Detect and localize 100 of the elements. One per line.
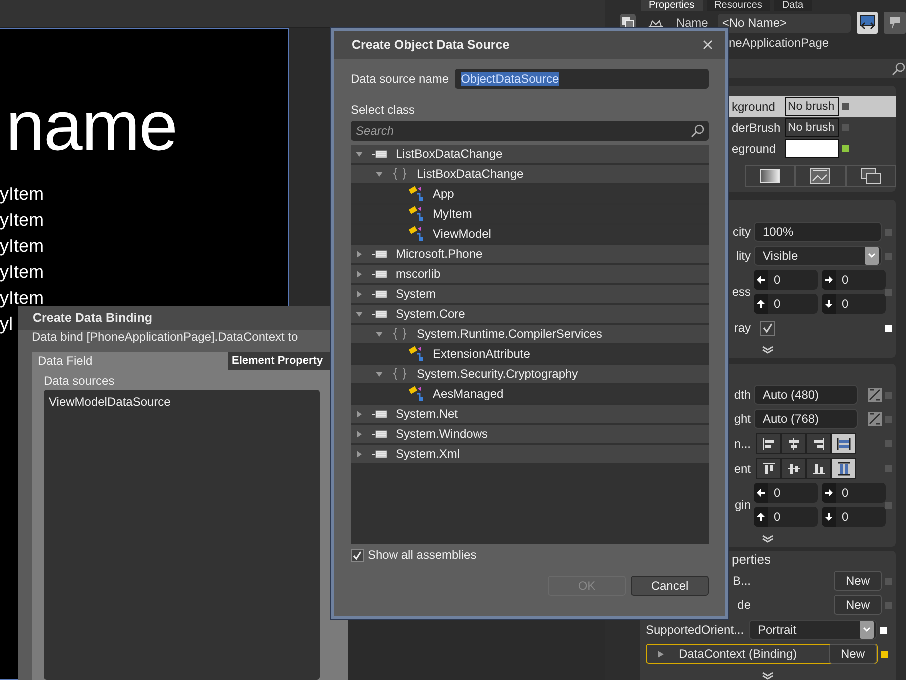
- new-button[interactable]: New: [829, 644, 877, 664]
- panel-tab[interactable]: Data: [774, 0, 812, 11]
- property-marker[interactable]: [842, 124, 849, 131]
- expand-arrow-icon[interactable]: [355, 430, 364, 438]
- dropdown-caret-icon[interactable]: [860, 621, 874, 639]
- binding-row[interactable]: DataContext (Binding) New: [646, 644, 878, 664]
- property-marker[interactable]: [885, 288, 892, 296]
- property-marker[interactable]: [885, 440, 892, 447]
- text-field[interactable]: Auto (480): [754, 385, 858, 405]
- collapse-arrow-icon[interactable]: [375, 170, 384, 178]
- name-field[interactable]: <No Name>: [718, 14, 851, 32]
- dropdown[interactable]: Visible: [754, 246, 882, 266]
- property-marker[interactable]: [842, 103, 849, 110]
- name-field[interactable]: ObjectDataSource: [455, 69, 709, 89]
- number-field[interactable]: 0: [822, 483, 886, 503]
- search-icon[interactable]: [691, 124, 705, 138]
- property-marker[interactable]: [885, 228, 892, 236]
- image-brush-icon: [810, 168, 830, 184]
- tree-item[interactable]: System.Core: [351, 305, 709, 323]
- alignment-button[interactable]: [781, 433, 806, 454]
- dropdown-caret-icon[interactable]: [865, 247, 879, 265]
- collapse-arrow-icon[interactable]: [375, 330, 384, 338]
- number-field[interactable]: 0: [754, 294, 818, 314]
- property-marker[interactable]: [885, 578, 892, 584]
- brush-type-button[interactable]: [846, 165, 896, 187]
- number-field[interactable]: 0: [822, 270, 886, 290]
- alignment-button[interactable]: [806, 433, 831, 454]
- new-button[interactable]: New: [834, 571, 882, 591]
- property-marker[interactable]: [881, 650, 888, 658]
- tab[interactable]: Data Field: [32, 352, 228, 370]
- property-marker[interactable]: [885, 392, 892, 398]
- brush-value[interactable]: No brush: [785, 97, 839, 116]
- search-icon[interactable]: [892, 62, 906, 76]
- alignment-button[interactable]: [756, 433, 781, 454]
- expand-chevron-icon[interactable]: [762, 672, 774, 680]
- alignment-button[interactable]: [781, 458, 806, 479]
- text-field[interactable]: Auto (768): [754, 409, 858, 429]
- tree-item[interactable]: Microsoft.Phone: [351, 245, 709, 263]
- tree-item[interactable]: System.Windows: [351, 425, 709, 443]
- class-icon: [409, 186, 424, 202]
- tree-item[interactable]: System: [351, 285, 709, 303]
- text-field[interactable]: 100%: [754, 222, 882, 242]
- tree-item[interactable]: System.Xml: [351, 445, 709, 463]
- list-item-text: yItem: [0, 211, 44, 229]
- tree-item[interactable]: System.Net: [351, 405, 709, 423]
- expand-arrow-icon[interactable]: [355, 290, 364, 298]
- property-marker[interactable]: [885, 324, 892, 332]
- expand-arrow-icon[interactable]: [657, 650, 665, 658]
- color-swatch[interactable]: [785, 139, 839, 158]
- checkbox[interactable]: [760, 320, 775, 336]
- property-marker[interactable]: [885, 465, 892, 472]
- panel-tab[interactable]: Properties: [641, 0, 703, 11]
- events-view-button[interactable]: [884, 12, 906, 34]
- checkmark-icon: [762, 323, 772, 333]
- property-marker[interactable]: [885, 252, 892, 260]
- expand-chevron-icon[interactable]: [762, 346, 774, 354]
- alignment-button[interactable]: [831, 458, 856, 479]
- number-field[interactable]: 0: [754, 507, 818, 527]
- number-field[interactable]: 0: [754, 483, 818, 503]
- expand-arrow-icon[interactable]: [355, 250, 364, 258]
- property-marker[interactable]: [885, 602, 892, 608]
- expand-chevron-icon[interactable]: [762, 535, 774, 543]
- auto-size-icon[interactable]: [868, 412, 882, 426]
- tree-item[interactable]: System.Runtime.CompilerServices: [351, 325, 709, 343]
- tree-item[interactable]: ListBoxDataChange: [351, 165, 709, 183]
- property-marker[interactable]: [885, 502, 892, 508]
- alignment-button[interactable]: [831, 433, 856, 454]
- number-field[interactable]: 0: [822, 294, 886, 314]
- panel-tab[interactable]: Resources: [706, 0, 770, 11]
- brush-type-button[interactable]: [745, 165, 796, 187]
- horizontal-align-icon: [760, 436, 776, 452]
- description-text: Data bind [PhoneApplicationPage].DataContext to: [32, 330, 298, 344]
- new-button[interactable]: New: [834, 595, 882, 615]
- collapse-arrow-icon[interactable]: [355, 310, 364, 318]
- alignment-button[interactable]: [806, 458, 831, 479]
- number-field[interactable]: 0: [754, 270, 818, 290]
- list-item[interactable]: ViewModelDataSource: [49, 395, 171, 409]
- expand-arrow-icon[interactable]: [355, 450, 364, 458]
- tree-item[interactable]: System.Security.Cryptography: [351, 365, 709, 383]
- property-marker[interactable]: [885, 416, 892, 422]
- expand-arrow-icon[interactable]: [355, 410, 364, 418]
- brush-type-button[interactable]: [795, 165, 846, 187]
- checkbox[interactable]: [351, 548, 364, 562]
- close-icon[interactable]: [703, 40, 713, 50]
- expand-arrow-icon[interactable]: [355, 270, 364, 278]
- brush-value[interactable]: No brush: [785, 118, 839, 137]
- tree-item[interactable]: ListBoxDataChange: [351, 145, 709, 163]
- collapse-arrow-icon[interactable]: [375, 370, 384, 378]
- search-field[interactable]: Search: [351, 121, 709, 141]
- properties-view-button[interactable]: [856, 12, 878, 34]
- number-field[interactable]: 0: [822, 507, 886, 527]
- property-label: gin: [734, 498, 751, 512]
- collapse-arrow-icon[interactable]: [355, 150, 364, 158]
- property-marker[interactable]: [880, 626, 887, 634]
- dialog-button[interactable]: Cancel: [631, 576, 709, 596]
- alignment-button[interactable]: [756, 458, 781, 479]
- dropdown[interactable]: Portrait: [749, 620, 877, 640]
- tree-item[interactable]: mscorlib: [351, 265, 709, 283]
- property-marker[interactable]: [842, 145, 849, 152]
- auto-size-icon[interactable]: [868, 388, 882, 402]
